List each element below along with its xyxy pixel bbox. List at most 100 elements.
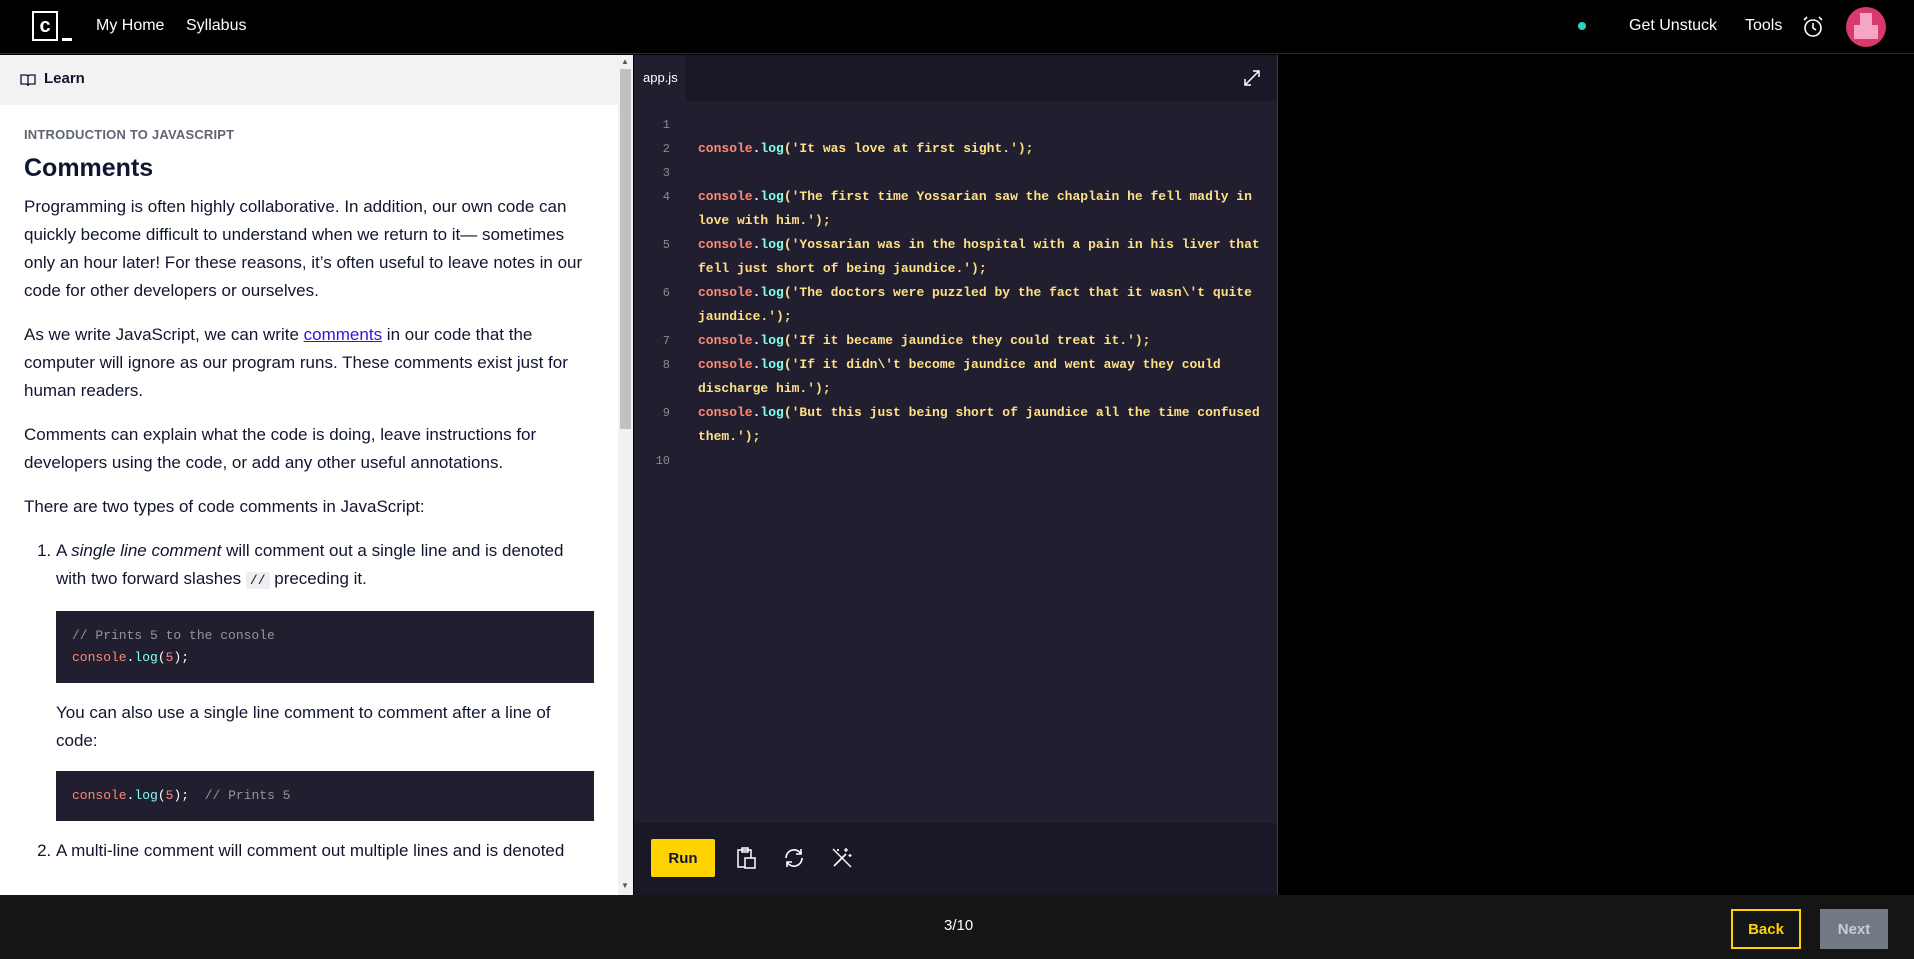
comments-link[interactable]: comments — [304, 325, 382, 344]
nav-get-unstuck[interactable]: Get Unstuck — [1629, 17, 1717, 35]
code-token: ( — [157, 788, 166, 803]
codecademy-logo[interactable]: c — [32, 11, 72, 43]
code-line[interactable]: 5 console.log('Yossarian was in the hospi… — [663, 233, 1268, 281]
code-token: console — [698, 333, 753, 348]
code-token: log — [760, 405, 784, 420]
code-token: console — [698, 189, 753, 204]
nav-syllabus[interactable]: Syllabus — [186, 17, 246, 35]
code-line[interactable]: 1 — [663, 113, 1268, 137]
inline-code: // — [245, 572, 270, 589]
code-token: log — [760, 237, 784, 252]
expand-icon[interactable] — [1242, 68, 1262, 88]
code-token: ); — [173, 650, 190, 665]
paragraph-purpose: Comments can explain what the code is do… — [24, 425, 537, 472]
code-line[interactable]: 8 console.log('If it didn\'t become jaund… — [663, 353, 1268, 401]
line-number: 10 — [655, 454, 670, 468]
list-item: A multi-line comment will comment out mu… — [56, 837, 594, 865]
scroll-up-icon[interactable]: ▲ — [621, 57, 629, 66]
learn-header-label: Learn — [44, 70, 85, 87]
line-number: 7 — [662, 334, 670, 348]
code-token: ); — [173, 788, 190, 803]
code-token: log — [134, 650, 158, 665]
editor-tabbar: app.js — [634, 55, 1277, 101]
line-number: 5 — [662, 238, 670, 252]
code-line[interactable]: 10 — [656, 449, 1268, 473]
paragraph-inline-comment: You can also use a single line comment t… — [56, 703, 551, 750]
paragraph-intro: Programming is often highly collaborativ… — [24, 197, 583, 300]
code-token: log — [760, 141, 784, 156]
code-line: console.log(5); // Prints 5 — [72, 785, 578, 807]
paragraph-types: There are two types of code comments in … — [24, 497, 425, 516]
lesson-kicker: INTRODUCTION TO JAVASCRIPT — [24, 127, 235, 142]
code-line[interactable]: 7 console.log('If it became jaundice they… — [663, 329, 1268, 353]
code-line[interactable]: 2 console.log('It was love at first sight… — [663, 137, 1268, 161]
code-token: log — [760, 357, 784, 372]
editor-code-area[interactable]: 1 2 console.log('It was love at first sig… — [656, 113, 1268, 473]
line-number: 6 — [662, 286, 670, 300]
alarm-clock-icon[interactable] — [1802, 15, 1824, 39]
list-text: preceding it. — [269, 569, 367, 588]
code-example-2: console.log(5); // Prints 5 — [56, 771, 594, 821]
avatar-pixel-body — [1854, 25, 1878, 39]
tab-app-js[interactable]: app.js — [634, 55, 686, 101]
code-line[interactable]: 3 — [663, 161, 1268, 185]
code-token: console — [698, 405, 753, 420]
list-item: A single line comment will comment out a… — [56, 537, 594, 821]
code-comment: // Prints 5 to the console — [72, 628, 275, 643]
learn-scrollbar-thumb[interactable] — [620, 69, 631, 429]
bottom-bar: 3/10 Back Next — [0, 895, 1914, 959]
line-number: 3 — [662, 166, 670, 180]
learn-header: Learn — [0, 55, 618, 105]
line-number: 8 — [662, 358, 670, 372]
code-example-1: // Prints 5 to the console console.log(5… — [56, 611, 594, 683]
code-line[interactable]: 4 console.log('The first time Yossarian s… — [663, 185, 1268, 233]
line-number: 9 — [662, 406, 670, 420]
code-string: ('It was love at first sight.'); — [783, 141, 1034, 156]
code-token: console — [698, 285, 753, 300]
paragraph-text: As we write JavaScript, we can write — [24, 325, 304, 344]
refresh-icon[interactable] — [782, 846, 806, 870]
learn-panel: Learn INTRODUCTION TO JAVASCRIPT Comment… — [0, 55, 633, 895]
next-button[interactable]: Next — [1820, 909, 1888, 949]
code-comment: // Prints 5 — [189, 788, 291, 803]
comment-types-list: A single line comment will comment out a… — [24, 537, 594, 865]
code-token: console — [72, 650, 127, 665]
code-editor: app.js 1 2 console.log('It was love at fi… — [634, 55, 1277, 895]
lesson-content: INTRODUCTION TO JAVASCRIPT Comments Prog… — [24, 127, 594, 865]
code-string: ('If it became jaundice they could treat… — [783, 333, 1151, 348]
clipboard-icon[interactable] — [734, 846, 758, 870]
output-console — [1277, 55, 1914, 895]
nav-tools[interactable]: Tools — [1745, 17, 1782, 35]
book-icon — [20, 74, 36, 87]
code-line[interactable]: 9 console.log('But this just being short … — [663, 401, 1268, 449]
line-number: 1 — [662, 118, 670, 132]
code-token: console — [698, 357, 753, 372]
nav-my-home[interactable]: My Home — [96, 17, 164, 35]
code-line: console.log(5); — [72, 647, 578, 669]
line-number: 4 — [662, 190, 670, 204]
code-token: log — [760, 285, 784, 300]
lesson-title: Comments — [24, 154, 154, 182]
line-number: 2 — [662, 142, 670, 156]
avatar-pixel-head — [1860, 13, 1872, 25]
progress-indicator: 3/10 — [944, 917, 974, 934]
list-text: A multi-line comment will comment out mu… — [56, 841, 565, 860]
magic-wand-icon[interactable] — [830, 846, 854, 870]
top-navigation: c My Home Syllabus Get Unstuck Tools — [0, 0, 1914, 54]
run-button[interactable]: Run — [651, 839, 715, 877]
logo-letter: c — [32, 11, 58, 41]
user-avatar[interactable] — [1846, 7, 1886, 47]
code-line[interactable]: 6 console.log('The doctors were puzzled b… — [663, 281, 1268, 329]
code-token: log — [760, 189, 784, 204]
list-emphasis: single line comment — [71, 541, 222, 560]
scroll-down-icon[interactable]: ▼ — [621, 881, 629, 890]
back-button[interactable]: Back — [1731, 909, 1801, 949]
code-token: console — [698, 237, 753, 252]
editor-footer: Run — [634, 823, 1277, 895]
logo-cursor — [62, 38, 72, 41]
code-token: log — [134, 788, 158, 803]
list-text: A — [56, 541, 72, 560]
status-dot-icon — [1578, 22, 1586, 30]
code-token: console — [72, 788, 127, 803]
code-token: log — [760, 333, 784, 348]
